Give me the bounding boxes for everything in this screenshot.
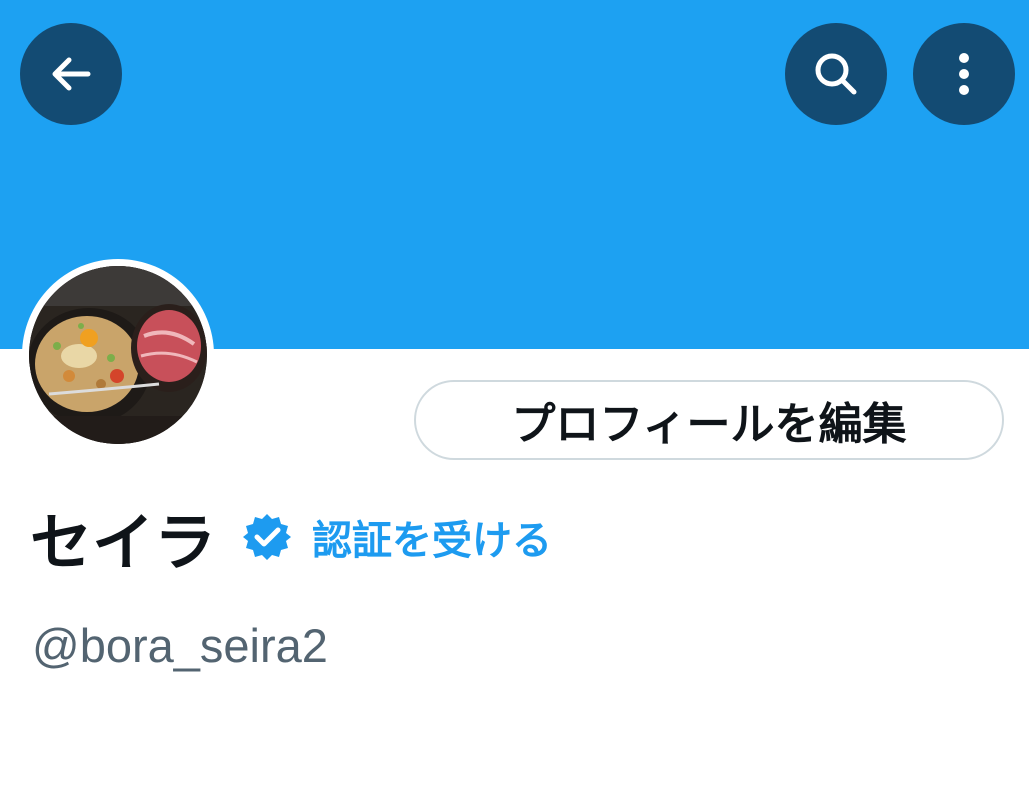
more-options-button[interactable] — [913, 23, 1015, 125]
profile-page: プロフィールを編集 セイラ 認証を受ける @bora_seira2 — [0, 0, 1029, 800]
get-verified-link[interactable]: 認証を受ける — [312, 508, 552, 566]
edit-profile-label: プロフィールを編集 — [511, 399, 907, 450]
edit-profile-button[interactable]: プロフィールを編集 — [414, 380, 1004, 460]
avatar[interactable] — [22, 259, 214, 451]
verified-badge-icon — [242, 512, 292, 562]
search-icon — [811, 49, 861, 99]
display-name: セイラ — [30, 506, 217, 579]
user-handle: @bora_seira2 — [32, 619, 328, 672]
food-photo-avatar — [29, 266, 207, 444]
arrow-left-icon — [48, 51, 94, 97]
more-vertical-icon — [954, 49, 974, 99]
profile-name-row: セイラ 認証を受ける — [30, 497, 552, 579]
back-button[interactable] — [20, 23, 122, 125]
search-button[interactable] — [785, 23, 887, 125]
